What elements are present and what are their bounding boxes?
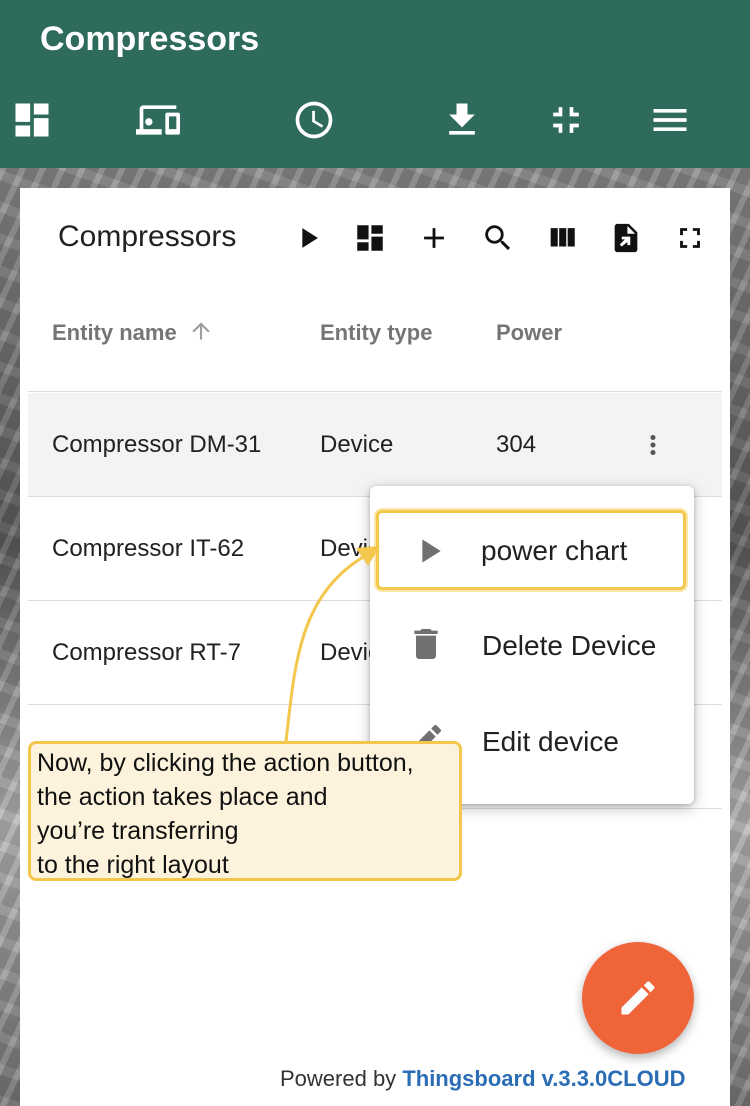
page-title: Compressors xyxy=(40,20,260,58)
fullscreen-icon[interactable] xyxy=(670,218,710,258)
cell-entity-type: Device xyxy=(320,431,394,458)
widget-title: Compressors xyxy=(58,220,237,253)
cell-entity-name: Compressor IT-62 xyxy=(52,535,245,562)
callout-line: you’re transferring xyxy=(37,817,239,845)
footer: Powered by Thingsboard v.3.3.0CLOUD xyxy=(280,1066,686,1092)
callout-line: Now, by clicking the action button, xyxy=(37,749,414,777)
menu-item-power-chart[interactable]: power chart xyxy=(376,510,686,590)
footer-prefix: Powered by xyxy=(280,1066,397,1091)
export-icon[interactable] xyxy=(606,218,646,258)
add-icon[interactable] xyxy=(414,218,454,258)
footer-brand-link[interactable]: Thingsboard v.3.3.0CLOUD xyxy=(402,1066,685,1091)
devices-icon[interactable] xyxy=(134,96,182,144)
menu-item-label: Edit device xyxy=(482,726,619,757)
cell-power: 304 xyxy=(496,431,537,458)
callout-line: the action takes place and xyxy=(37,783,328,811)
exit-fullscreen-icon[interactable] xyxy=(542,96,590,144)
edit-icon xyxy=(621,981,655,1015)
menu-icon[interactable] xyxy=(646,96,694,144)
cell-entity-name: Compressor DM-31 xyxy=(52,431,262,458)
table-row[interactable]: Compressor DM-31 Device 304 xyxy=(28,393,722,497)
app-header: Compressors xyxy=(0,0,750,168)
play-icon xyxy=(409,531,449,571)
play-icon[interactable] xyxy=(288,218,328,258)
dashboard-icon[interactable] xyxy=(350,218,390,258)
search-icon[interactable] xyxy=(478,218,518,258)
table-header: Entity name Entity type Power xyxy=(28,292,722,392)
sort-arrow-icon[interactable] xyxy=(188,318,214,344)
callout-line: to the right layout xyxy=(37,851,229,879)
menu-item-delete-device[interactable]: Delete Device xyxy=(370,598,694,690)
column-header-entity-name[interactable]: Entity name xyxy=(52,320,177,346)
columns-icon[interactable] xyxy=(542,218,582,258)
cell-entity-name: Compressor RT-7 xyxy=(52,639,241,666)
menu-item-label: power chart xyxy=(481,535,628,566)
more-vert-icon[interactable] xyxy=(638,425,668,465)
menu-item-label: Delete Device xyxy=(482,630,657,661)
column-header-entity-type[interactable]: Entity type xyxy=(320,320,432,346)
download-icon[interactable] xyxy=(438,96,486,144)
dashboard-icon[interactable] xyxy=(8,96,56,144)
column-header-power[interactable]: Power xyxy=(496,320,562,346)
edit-fab-button[interactable] xyxy=(582,942,694,1054)
tutorial-callout: Now, by clicking the action button, the … xyxy=(28,741,462,881)
history-icon[interactable] xyxy=(290,96,338,144)
delete-icon xyxy=(406,624,446,664)
